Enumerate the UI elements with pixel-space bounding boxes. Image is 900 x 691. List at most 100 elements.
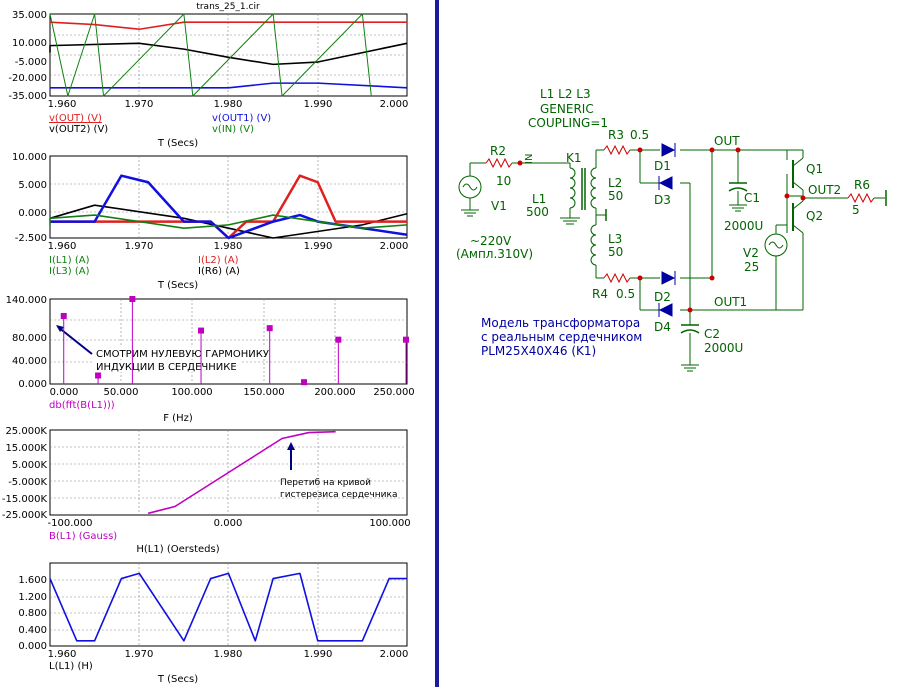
r4-value: 0.5 — [616, 287, 635, 301]
d4-label: D4 — [654, 320, 671, 334]
note-line2: с реальным сердечником — [481, 330, 642, 344]
p3-legend-fft[interactable]: db(fft(B(L1))) — [49, 400, 115, 411]
fft-marker — [60, 313, 67, 319]
p1-legend-vout1[interactable]: v(OUT1) (V) — [212, 113, 271, 124]
p1-ytick: 10.000 — [12, 38, 47, 49]
r3-resistor[interactable] — [603, 144, 631, 156]
v2-value: 25 — [744, 260, 759, 274]
p2-legend-il2[interactable]: I(L2) (A) — [198, 255, 239, 266]
plot-hysteresis[interactable]: 25.000K 15.000K 5.000K -5.000K -15.000K … — [2, 426, 411, 555]
r4-label: R4 — [592, 287, 608, 301]
p2-xtick: 1.990 — [304, 241, 333, 252]
fft-marker — [403, 336, 409, 343]
plot-currents[interactable]: 10.000 5.000 0.000 -2.500 1.960 1.970 1.… — [12, 152, 408, 291]
note-line1: Модель трансформатора — [481, 316, 640, 330]
p3-xtick: 0.000 — [50, 387, 79, 398]
p3-ytick: 140.000 — [6, 295, 47, 306]
p5-x-title: T (Secs) — [157, 674, 198, 685]
p5-ytick: 0.000 — [18, 641, 47, 652]
p3-xtick: 50.000 — [104, 387, 139, 398]
note-line3: PLM25X40X46 (K1) — [481, 344, 596, 358]
p4-xtick: 100.000 — [369, 518, 410, 529]
p4-legend-b[interactable]: B(L1) (Gauss) — [49, 531, 117, 542]
net-out2-label: OUT2 — [808, 183, 841, 197]
q2-label: Q2 — [806, 209, 823, 223]
p2-legend-il1[interactable]: I(L1) (A) — [49, 255, 90, 266]
p1-xtick: 1.970 — [125, 99, 154, 110]
p1-xtick: 1.980 — [214, 99, 243, 110]
r3-label: R3 — [608, 128, 624, 142]
coupling-line3: COUPLING=1 — [528, 116, 608, 130]
coupling-line2: GENERIC — [540, 102, 594, 116]
p2-ytick: 5.000 — [18, 180, 47, 191]
p2-x-title: T (Secs) — [157, 280, 198, 291]
d2-diode[interactable] — [661, 271, 676, 285]
v1-value2: (Ампл.310V) — [456, 247, 533, 261]
p3-ytick: 40.000 — [12, 356, 47, 367]
l1-coil[interactable] — [569, 167, 576, 209]
v1-wave — [462, 183, 478, 191]
p5-ytick: 0.400 — [18, 625, 47, 636]
p3-annotation: СМОТРИМ НУЛЕВУЮ ГАРМОНИКУ — [96, 349, 269, 360]
d1-label: D1 — [654, 159, 671, 173]
p2-xtick: 2.000 — [380, 241, 409, 252]
p1-legend-vout2[interactable]: v(OUT2) (V) — [49, 124, 108, 135]
fft-marker — [335, 336, 342, 343]
v2-label: V2 — [743, 246, 759, 260]
p2-legend-il3[interactable]: I(L3) (A) — [49, 266, 90, 277]
p4-annotation: гистерезиса сердечника — [280, 490, 397, 500]
r4-resistor[interactable] — [603, 272, 631, 284]
p4-ytick: -15.000K — [2, 494, 48, 505]
r6-resistor[interactable] — [847, 192, 875, 204]
p5-xtick: 1.980 — [214, 649, 243, 660]
p4-x-title: H(L1) (Oersteds) — [136, 544, 219, 555]
screen: trans_25_1.cir 35.000 10.000 -5.000 -20.… — [0, 0, 900, 687]
schematic[interactable]: R2 10 IN V1 ~220V (Ампл.310V) L1 500 K1 … — [456, 87, 887, 372]
p2-ytick: -2.500 — [15, 233, 47, 244]
p4-xtick: -100.000 — [48, 518, 93, 529]
p5-ytick: 1.600 — [18, 575, 47, 586]
r6-value: 5 — [852, 203, 860, 217]
p2-xtick: 1.970 — [125, 241, 154, 252]
plot-inductance[interactable]: 1.600 1.200 0.800 0.400 0.000 1.960 1.97… — [18, 562, 408, 685]
d4-diode[interactable] — [658, 303, 673, 317]
p4-ytick: 15.000K — [5, 443, 47, 454]
p1-legend-vout[interactable]: v(OUT) (V) — [49, 113, 102, 124]
l1-value: 500 — [526, 205, 549, 219]
p4-ytick: -25.000K — [2, 510, 48, 521]
p4-annotation: Перетиб на кривой — [280, 478, 371, 488]
p1-ytick: -20.000 — [8, 73, 47, 84]
d3-label: D3 — [654, 193, 671, 207]
p4-ytick: 5.000K — [12, 460, 48, 471]
p4-ytick: 25.000K — [5, 426, 47, 437]
p2-legend-ir6[interactable]: I(R6) (A) — [198, 266, 240, 277]
p1-xtick: 2.000 — [380, 99, 409, 110]
p1-ytick: 35.000 — [12, 10, 47, 21]
p2-ytick: 0.000 — [18, 208, 47, 219]
r2-label: R2 — [490, 144, 506, 158]
p5-xtick: 1.990 — [304, 649, 333, 660]
l3-value: 50 — [608, 245, 623, 259]
l2-coil[interactable] — [590, 167, 597, 209]
p1-legend-vin[interactable]: v(IN) (V) — [212, 124, 254, 135]
p3-annotation: ИНДУКЦИИ В СЕРДЕЧНИКЕ — [96, 362, 237, 373]
net-out-label: OUT — [714, 134, 740, 148]
net-out1-label: OUT1 — [714, 295, 747, 309]
fft-marker — [266, 325, 273, 332]
coupling-line1: L1 L2 L3 — [540, 87, 591, 101]
plot-voltages[interactable]: 35.000 10.000 -5.000 -20.000 -35.000 1.9… — [8, 10, 408, 149]
l2-value: 50 — [608, 189, 623, 203]
r2-resistor[interactable] — [485, 157, 513, 169]
p3-xtick: 100.000 — [171, 387, 212, 398]
p1-xtick: 1.960 — [48, 99, 77, 110]
analysis-canvas: trans_25_1.cir 35.000 10.000 -5.000 -20.… — [2, 0, 887, 687]
d1-diode[interactable] — [661, 143, 676, 157]
plot-fft[interactable]: 140.000 80.000 40.000 0.000 0.000 50.000… — [6, 295, 415, 424]
d3-diode[interactable] — [658, 176, 673, 190]
l3-coil[interactable] — [590, 224, 597, 266]
p5-legend-l[interactable]: L(L1) (H) — [49, 661, 93, 672]
split-divider[interactable] — [435, 0, 439, 687]
c1-label: C1 — [744, 191, 760, 205]
r3-value: 0.5 — [630, 128, 649, 142]
fft-marker — [301, 379, 308, 386]
